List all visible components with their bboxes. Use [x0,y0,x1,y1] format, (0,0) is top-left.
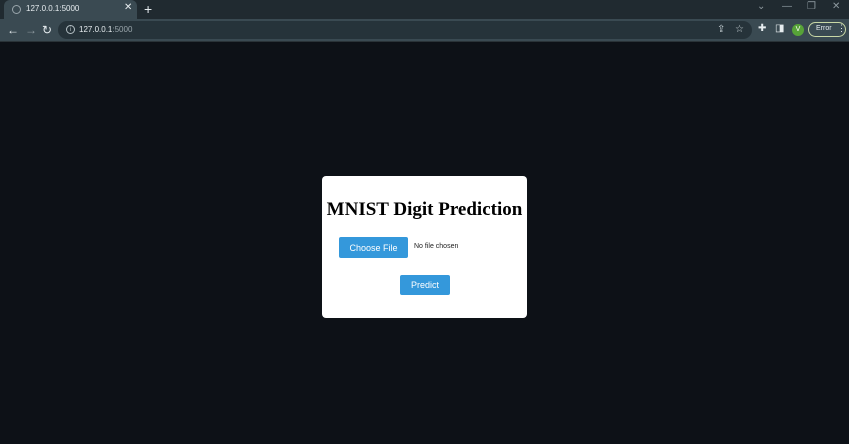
profile-avatar[interactable]: V [792,24,804,36]
address-bar[interactable]: i 127.0.0.1:5000 ⇪ ☆ [58,21,752,39]
prediction-card: MNIST Digit Prediction Choose File No fi… [322,176,527,318]
tab-title: 127.0.0.1:5000 [26,4,80,13]
site-info-icon[interactable]: i [66,25,75,34]
error-chip-button[interactable]: Error ⋮ [808,22,846,37]
choose-file-button[interactable]: Choose File [339,237,408,258]
globe-icon [12,5,21,14]
url-port: :5000 [112,25,133,34]
kebab-menu-icon[interactable]: ⋮ [837,23,846,34]
url-text: 127.0.0.1:5000 [79,25,132,34]
side-panel-icon[interactable]: ◨ [775,23,784,34]
restore-button[interactable]: ❐ [807,1,816,12]
extensions-icon[interactable]: ✚ [758,23,766,34]
predict-button[interactable]: Predict [400,275,450,295]
forward-button[interactable]: → [25,23,37,37]
window-close-button[interactable]: ✕ [832,1,840,12]
tab-close-icon[interactable]: ✕ [124,2,132,13]
url-host: 127.0.0.1 [79,25,113,34]
tab-search-icon[interactable]: ⌄ [757,1,765,12]
bookmark-star-icon[interactable]: ☆ [735,24,744,35]
tab-strip: 127.0.0.1:5000 ✕ + ⌄ — ❐ ✕ [0,0,849,19]
minimize-button[interactable]: — [782,1,792,12]
error-label: Error [816,25,832,32]
back-button[interactable]: ← [7,23,19,37]
tab-active[interactable]: 127.0.0.1:5000 ✕ [4,0,137,19]
file-status-text: No file chosen [414,243,459,250]
share-icon[interactable]: ⇪ [717,24,725,35]
new-tab-button[interactable]: + [144,0,152,19]
browser-toolbar: ← → ↻ i 127.0.0.1:5000 ⇪ ☆ ✚ ◨ V Error ⋮ [0,19,849,42]
page-title: MNIST Digit Prediction [326,199,523,220]
reload-button[interactable]: ↻ [42,23,52,37]
